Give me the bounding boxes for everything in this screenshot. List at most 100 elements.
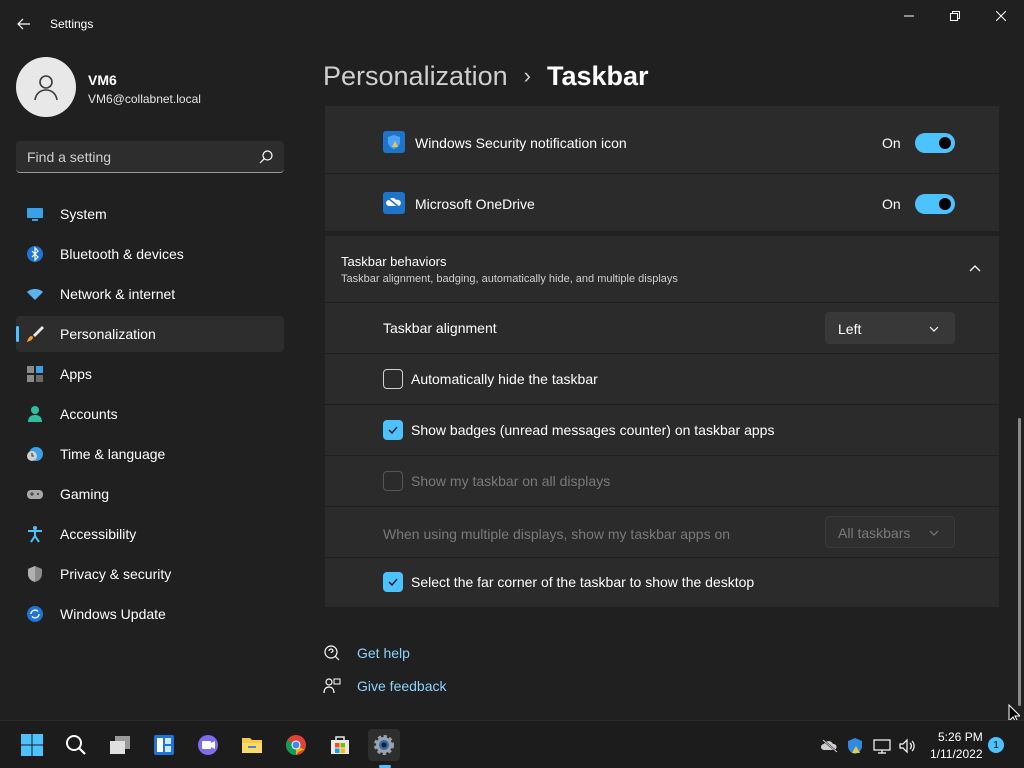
alignment-dropdown[interactable]: Left — [825, 312, 955, 344]
settings-icon — [374, 735, 394, 755]
link-label[interactable]: Give feedback — [357, 678, 447, 694]
sidebar-item-accessibility[interactable]: Accessibility — [16, 516, 284, 552]
task-view-icon — [110, 736, 130, 754]
sidebar-item-label: Bluetooth & devices — [60, 246, 184, 262]
file-explorer-button[interactable] — [236, 729, 268, 761]
clock-date[interactable]: 1/11/2022 — [930, 747, 983, 761]
accessibility-icon — [26, 525, 44, 543]
sidebar-item-accounts[interactable]: Accounts — [16, 396, 284, 432]
settings-button[interactable] — [368, 729, 400, 761]
setting-label: Select the far corner of the taskbar to … — [411, 574, 755, 590]
store-icon — [331, 736, 349, 754]
chrome-button[interactable] — [280, 729, 312, 761]
update-icon — [26, 605, 44, 623]
person-icon — [26, 405, 44, 423]
brush-icon — [26, 325, 44, 343]
shield-icon — [26, 565, 44, 583]
link-label[interactable]: Get help — [357, 645, 410, 661]
setting-label: Automatically hide the taskbar — [411, 371, 598, 387]
search-box[interactable] — [16, 141, 284, 173]
setting-row-onedrive: Microsoft OneDrive On — [325, 173, 999, 232]
content-area: Windows Security notification icon On Mi… — [325, 106, 999, 607]
sidebar-item-system[interactable]: System — [16, 196, 284, 232]
setting-label: Show my taskbar on all displays — [411, 473, 611, 489]
page-title: Taskbar — [546, 60, 649, 91]
widgets-button[interactable] — [148, 729, 180, 761]
volume-icon[interactable] — [898, 737, 916, 755]
badges-checkbox[interactable] — [383, 420, 403, 440]
far-corner-checkbox[interactable] — [383, 572, 403, 592]
multi-display-dropdown[interactable]: All taskbars — [825, 516, 955, 548]
help-links: Get help Give feedback — [323, 642, 523, 708]
close-icon — [996, 11, 1006, 21]
security-icon[interactable] — [846, 737, 864, 755]
taskbar-behaviors-header[interactable]: Taskbar behaviors Taskbar alignment, bad… — [325, 236, 999, 302]
setting-row-auto-hide: Automatically hide the taskbar — [325, 353, 999, 404]
avatar — [16, 57, 76, 117]
section-title: Taskbar behaviors — [341, 254, 447, 269]
search-input[interactable] — [16, 141, 246, 172]
close-button[interactable] — [978, 6, 1024, 26]
sidebar-item-time-language[interactable]: Time & language — [16, 436, 284, 472]
person-icon — [34, 75, 58, 101]
windows-security-toggle[interactable] — [915, 133, 955, 153]
give-feedback-link[interactable]: Give feedback — [323, 675, 523, 708]
sidebar-item-privacy-security[interactable]: Privacy & security — [16, 556, 284, 592]
sidebar-item-apps[interactable]: Apps — [16, 356, 284, 392]
task-view-button[interactable] — [104, 729, 136, 761]
onedrive-icon — [383, 192, 405, 214]
scrollbar[interactable] — [1018, 418, 1021, 706]
start-icon — [21, 734, 43, 756]
store-button[interactable] — [324, 729, 356, 761]
user-email: VM6@collabnet.local — [88, 92, 201, 106]
sidebar-item-bluetooth[interactable]: Bluetooth & devices — [16, 236, 284, 272]
back-arrow-icon — [17, 18, 30, 30]
setting-row-far-corner: Select the far corner of the taskbar to … — [325, 557, 999, 607]
sidebar-item-label: Network & internet — [60, 286, 176, 302]
taskbar-search-button[interactable] — [60, 729, 92, 761]
sidebar-nav: System Bluetooth & devices Network & int… — [16, 196, 284, 636]
widgets-icon — [154, 735, 174, 755]
get-help-link[interactable]: Get help — [323, 642, 523, 675]
onedrive-offline-icon[interactable] — [821, 737, 839, 755]
network-icon[interactable] — [873, 737, 891, 755]
breadcrumb-parent[interactable]: Personalization — [323, 61, 508, 92]
gamepad-icon — [26, 485, 44, 503]
overflow-icons-card: Windows Security notification icon On Mi… — [325, 106, 999, 231]
file-explorer-icon — [242, 738, 262, 753]
sidebar-item-gaming[interactable]: Gaming — [16, 476, 284, 512]
start-button[interactable] — [16, 729, 48, 761]
sidebar-item-windows-update[interactable]: Windows Update — [16, 596, 284, 632]
sidebar-item-label: Accessibility — [60, 526, 137, 542]
chevron-up-icon[interactable] — [967, 261, 983, 277]
minimize-icon — [904, 15, 914, 17]
sidebar-item-personalization[interactable]: Personalization — [16, 316, 284, 352]
search-icon[interactable] — [258, 149, 274, 165]
setting-label: Taskbar alignment — [383, 320, 497, 336]
onedrive-toggle[interactable] — [915, 194, 955, 214]
dropdown-value: All taskbars — [838, 525, 911, 541]
setting-row-badges: Show badges (unread messages counter) on… — [325, 404, 999, 455]
breadcrumb: Personalization › Taskbar — [323, 58, 649, 94]
monitor-icon — [26, 205, 44, 223]
notification-badge[interactable]: 1 — [988, 737, 1004, 753]
user-name: VM6 — [88, 72, 117, 88]
breadcrumb-separator: › — [523, 63, 531, 88]
clock-time[interactable]: 5:26 PM — [938, 730, 983, 744]
chat-icon — [198, 735, 218, 755]
minimize-button[interactable] — [886, 6, 932, 26]
section-subtitle: Taskbar alignment, badging, automaticall… — [341, 273, 678, 285]
chevron-down-icon — [929, 326, 939, 332]
help-icon — [324, 645, 340, 661]
clock-globe-icon — [26, 445, 44, 463]
sidebar-item-label: Windows Update — [60, 606, 166, 622]
title-bar: Settings — [0, 0, 1024, 48]
dropdown-value: Left — [838, 321, 862, 337]
auto-hide-checkbox[interactable] — [383, 369, 403, 389]
sidebar-item-label: Privacy & security — [60, 566, 172, 582]
all-displays-checkbox[interactable] — [383, 471, 403, 491]
back-button[interactable] — [12, 12, 36, 36]
chat-button[interactable] — [192, 729, 224, 761]
sidebar-item-network[interactable]: Network & internet — [16, 276, 284, 312]
restore-button[interactable] — [932, 6, 978, 26]
